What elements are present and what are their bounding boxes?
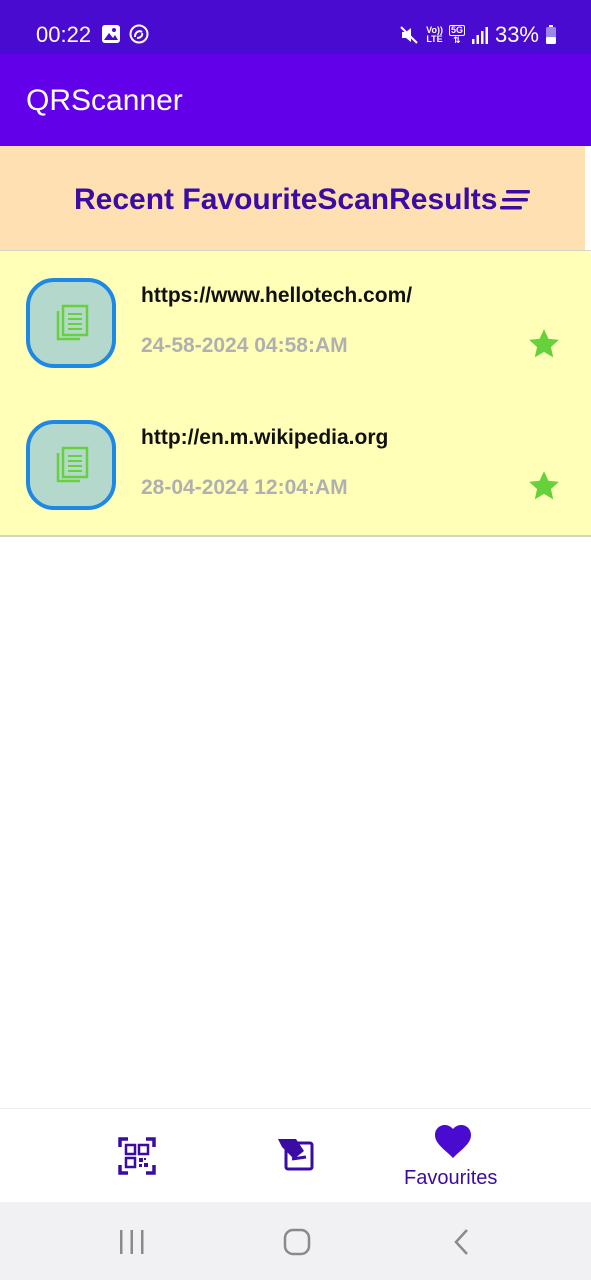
network-arrows-icon: ⇅ xyxy=(453,35,461,45)
signal-icon xyxy=(471,27,488,44)
app-title: QRScanner xyxy=(26,84,183,117)
result-date: 24-58-2024 04:58:AM xyxy=(141,334,348,357)
result-date: 28-04-2024 12:04:AM xyxy=(141,476,348,499)
result-url: https://www.hellotech.com/ xyxy=(141,284,413,307)
volte-bottom-label: LTE xyxy=(426,34,443,44)
document-badge xyxy=(26,278,116,368)
home-icon[interactable] xyxy=(283,1228,311,1256)
recents-icon[interactable] xyxy=(118,1229,146,1255)
document-icon xyxy=(56,304,89,341)
list-item[interactable]: https://www.hellotech.com/ 24-58-2024 04… xyxy=(0,250,591,395)
nav-favourites-label[interactable]: Favourites xyxy=(404,1166,497,1190)
status-left-icons xyxy=(101,24,149,44)
heart-icon[interactable] xyxy=(434,1124,472,1160)
status-right-icons: Vo)) LTE 5G ⇅ 33% xyxy=(398,22,557,48)
status-bar: 00:22 Vo)) LTE 5G ⇅ 33% xyxy=(0,0,591,54)
mute-icon xyxy=(400,26,418,44)
back-icon[interactable] xyxy=(452,1228,472,1256)
document-icon xyxy=(56,446,89,483)
sync-icon xyxy=(129,24,149,44)
status-time: 00:22 xyxy=(36,22,92,47)
qr-scan-icon[interactable] xyxy=(118,1137,156,1175)
image-icon xyxy=(102,25,120,43)
battery-icon xyxy=(546,25,556,44)
volte-icon: Vo)) LTE xyxy=(426,26,443,44)
star-icon[interactable] xyxy=(527,469,561,503)
document-badge xyxy=(26,420,116,510)
result-url: http://en.m.wikipedia.org xyxy=(141,426,389,449)
5g-icon: 5G ⇅ xyxy=(448,25,465,45)
history-icon[interactable] xyxy=(276,1137,314,1171)
sort-icon[interactable] xyxy=(500,186,532,214)
header-title: Recent FavouriteScanResults xyxy=(74,183,498,216)
list-item[interactable]: http://en.m.wikipedia.org 28-04-2024 12:… xyxy=(0,393,591,537)
battery-percent: 33% xyxy=(494,22,539,47)
star-icon[interactable] xyxy=(527,327,561,361)
